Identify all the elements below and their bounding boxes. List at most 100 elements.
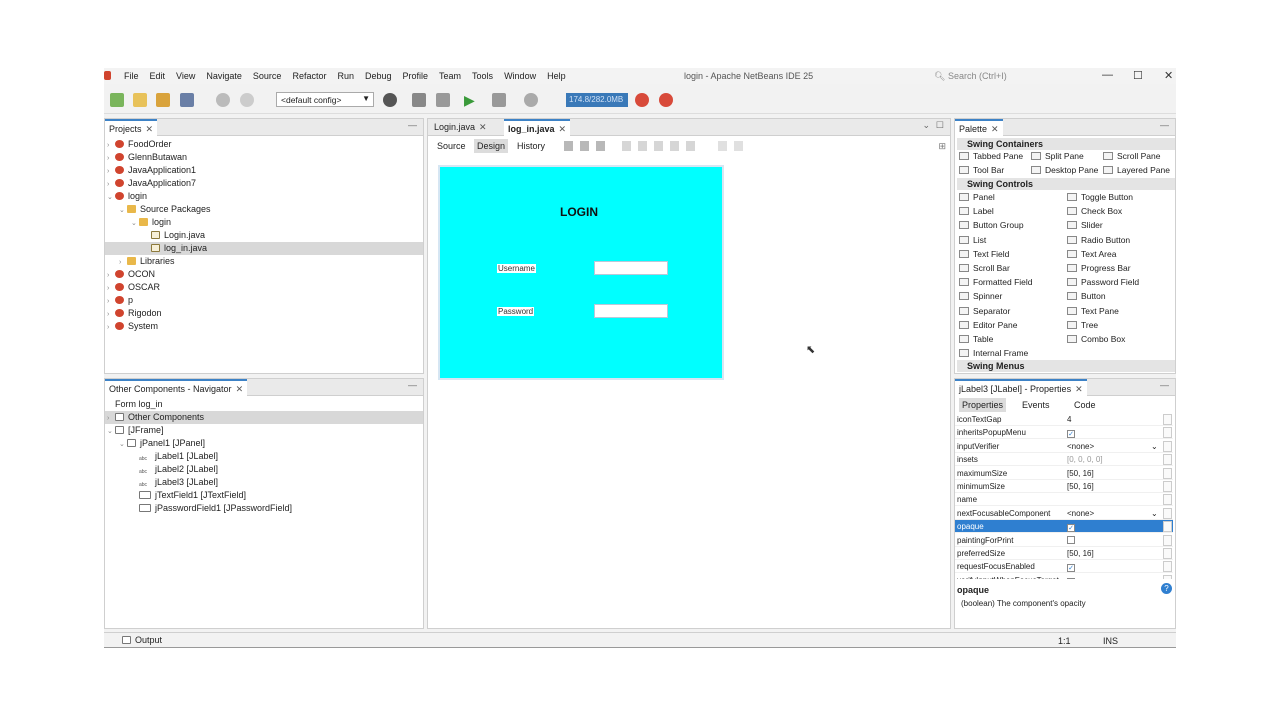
open-project-icon[interactable] [156, 93, 170, 107]
property-row-minimumsize[interactable]: minimumSize [50, 16] [955, 480, 1173, 493]
password-field[interactable] [594, 304, 668, 318]
profile-icon[interactable] [524, 93, 538, 107]
property-value[interactable]: 4 [1067, 413, 1071, 426]
tree-item-ocon[interactable]: › OCON [107, 268, 155, 281]
palette-radio-button[interactable]: Radio Button [1067, 234, 1130, 247]
tree-item-javaapplication1[interactable]: › JavaApplication1 [107, 164, 196, 177]
maximize-button[interactable]: ☐ [1133, 69, 1143, 82]
close-icon[interactable]: ✕ [1075, 384, 1083, 394]
tab-palette[interactable]: Palette ✕ [955, 119, 1003, 136]
close-icon[interactable]: ✕ [991, 124, 999, 134]
palette-combo-box[interactable]: Combo Box [1067, 333, 1125, 346]
clean-build-icon[interactable] [436, 93, 450, 107]
form-title-label[interactable]: LOGIN [560, 205, 598, 219]
palette-tree[interactable]: Tree [1067, 319, 1098, 332]
close-icon[interactable]: ✕ [559, 124, 567, 134]
nav-item-form[interactable]: Form log_in [107, 398, 163, 411]
tab-login-java[interactable]: Login.java ✕ [430, 119, 491, 136]
globe-icon[interactable] [383, 93, 397, 107]
menu-tools[interactable]: Tools [472, 71, 493, 81]
save-all-icon[interactable] [180, 93, 194, 107]
property-value[interactable]: [0, 0, 0, 0] [1067, 453, 1103, 466]
property-row-maximumsize[interactable]: maximumSize [50, 16] [955, 467, 1173, 480]
menu-navigate[interactable]: Navigate [206, 71, 242, 81]
tree-item-foodorder[interactable]: › FoodOrder [107, 138, 172, 151]
chevron-down-icon[interactable]: ⌄ [1151, 440, 1158, 453]
palette-check-box[interactable]: Check Box [1067, 205, 1122, 218]
new-project-icon[interactable] [133, 93, 147, 107]
property-row-verifyinputwhenfocustarget[interactable]: verifyInputWhenFocusTarget [955, 574, 1173, 579]
property-editor-button[interactable] [1163, 534, 1172, 546]
profile-ide-icon[interactable] [659, 93, 673, 107]
palette-password-field[interactable]: Password Field [1067, 276, 1139, 289]
property-editor-button[interactable] [1163, 481, 1172, 492]
palette-button[interactable]: Button [1067, 290, 1106, 303]
close-window-button[interactable]: ✕ [1164, 69, 1173, 82]
minimize-panel-icon[interactable]: — [1160, 380, 1169, 390]
tree-item-p[interactable]: › p [107, 294, 133, 307]
property-value[interactable] [1067, 560, 1075, 573]
nav-item-other-components[interactable]: › Other Components [105, 411, 423, 424]
maximize-icon[interactable]: ☐ [936, 120, 944, 131]
tree-item-glennbutawan[interactable]: › GlennButawan [107, 151, 187, 164]
search-box[interactable]: 🔍︎ Search (Ctrl+I) [934, 71, 1007, 82]
palette-scroll-bar[interactable]: Scroll Bar [959, 262, 1010, 275]
property-editor-button[interactable] [1163, 467, 1172, 479]
nav-item-jframe[interactable]: ⌄ [JFrame] [107, 424, 164, 437]
minimize-button[interactable]: — [1102, 69, 1113, 81]
chevron-down-icon[interactable]: ⌄ [922, 120, 930, 131]
nav-item-jtextfield1[interactable]: jTextField1 [JTextField] [139, 489, 246, 502]
property-row-icontextgap[interactable]: iconTextGap 4 [955, 413, 1173, 426]
subtab-code[interactable]: Code [1071, 398, 1099, 412]
tree-item-libraries[interactable]: › Libraries [119, 255, 175, 268]
palette-toggle-button[interactable]: Toggle Button [1067, 191, 1133, 204]
palette-category-controls[interactable]: Swing Controls [957, 178, 1175, 190]
subtab-design[interactable]: Design [474, 139, 509, 153]
menu-help[interactable]: Help [547, 71, 566, 81]
config-select[interactable]: <default config> ▼ [276, 92, 374, 107]
output-tab[interactable]: Output [122, 635, 162, 645]
property-checkbox[interactable] [1067, 535, 1075, 544]
property-editor-button[interactable] [1163, 454, 1172, 466]
palette-tabbed-pane[interactable]: Tabbed Pane [959, 150, 1023, 163]
nav-item-jlabel1[interactable]: abc jLabel1 [JLabel] [139, 450, 218, 463]
build-icon[interactable] [412, 93, 426, 107]
tree-item-javaapplication7[interactable]: › JavaApplication7 [107, 177, 196, 190]
close-icon[interactable]: ✕ [146, 124, 154, 134]
redo-icon[interactable] [240, 93, 254, 107]
property-row-inheritspopupmenu[interactable]: inheritsPopupMenu [955, 426, 1173, 440]
tree-item-log-in-java[interactable]: log_in.java [105, 242, 423, 255]
palette-split-pane[interactable]: Split Pane [1031, 150, 1084, 163]
property-row-nextfocusablecomponent[interactable]: nextFocusableComponent <none> ⌄ [955, 507, 1173, 520]
subtab-source[interactable]: Source [434, 139, 469, 153]
subtab-events[interactable]: Events [1019, 398, 1053, 412]
palette-tool-bar[interactable]: Tool Bar [959, 164, 1004, 177]
minimize-panel-icon[interactable]: — [408, 120, 417, 130]
palette-separator[interactable]: Separator [959, 305, 1010, 318]
new-file-icon[interactable] [110, 93, 124, 107]
close-icon[interactable]: ✕ [479, 122, 487, 132]
chevron-down-icon[interactable]: ⌄ [1151, 507, 1158, 520]
property-editor-button[interactable] [1163, 574, 1172, 579]
palette-category-menus[interactable]: Swing Menus [957, 360, 1175, 372]
palette-spinner[interactable]: Spinner [959, 290, 1002, 303]
palette-category-containers[interactable]: Swing Containers [957, 138, 1175, 150]
tree-item-login-package[interactable]: ⌄ login [131, 216, 171, 229]
menu-debug[interactable]: Debug [365, 71, 392, 81]
property-row-opaque[interactable]: opaque [955, 520, 1173, 534]
undo-icon[interactable] [216, 93, 230, 107]
property-editor-button[interactable] [1163, 414, 1172, 425]
property-value[interactable]: [50, 16] [1067, 480, 1094, 493]
debug-icon[interactable] [492, 93, 506, 107]
menu-view[interactable]: View [176, 71, 195, 81]
username-label[interactable]: Username [497, 264, 536, 273]
palette-progress-bar[interactable]: Progress Bar [1067, 262, 1131, 275]
property-editor-button[interactable] [1163, 427, 1172, 439]
menu-file[interactable]: File [124, 71, 139, 81]
run-icon[interactable]: ▶ [464, 93, 478, 107]
property-editor-button[interactable] [1163, 507, 1172, 519]
property-editor-button[interactable] [1163, 440, 1172, 452]
property-row-preferredsize[interactable]: preferredSize [50, 16] [955, 547, 1173, 560]
menu-run[interactable]: Run [337, 71, 354, 81]
palette-scroll-pane[interactable]: Scroll Pane [1103, 150, 1160, 163]
